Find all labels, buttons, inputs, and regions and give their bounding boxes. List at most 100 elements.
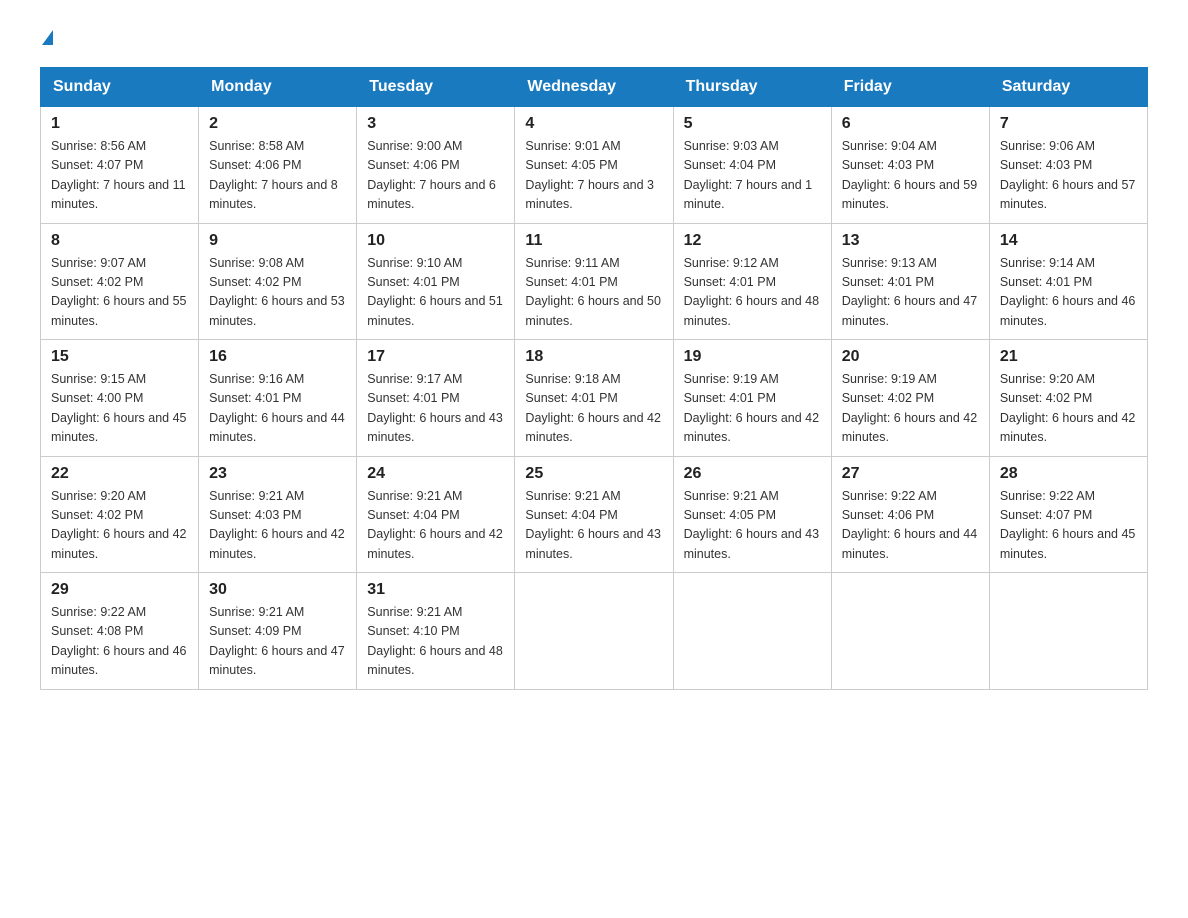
day-info: Sunrise: 9:21 AM Sunset: 4:04 PM Dayligh… — [525, 487, 662, 565]
day-number: 11 — [525, 232, 662, 250]
day-number: 16 — [209, 348, 346, 366]
day-info: Sunrise: 9:22 AM Sunset: 4:07 PM Dayligh… — [1000, 487, 1137, 565]
day-info: Sunrise: 9:10 AM Sunset: 4:01 PM Dayligh… — [367, 254, 504, 332]
day-number: 17 — [367, 348, 504, 366]
calendar-table: SundayMondayTuesdayWednesdayThursdayFrid… — [40, 67, 1148, 690]
calendar-cell — [831, 573, 989, 690]
calendar-cell: 25 Sunrise: 9:21 AM Sunset: 4:04 PM Dayl… — [515, 456, 673, 573]
day-number: 31 — [367, 581, 504, 599]
day-number: 27 — [842, 465, 979, 483]
day-info: Sunrise: 9:03 AM Sunset: 4:04 PM Dayligh… — [684, 137, 821, 215]
day-info: Sunrise: 9:06 AM Sunset: 4:03 PM Dayligh… — [1000, 137, 1137, 215]
week-row-3: 15 Sunrise: 9:15 AM Sunset: 4:00 PM Dayl… — [41, 340, 1148, 457]
calendar-cell: 7 Sunrise: 9:06 AM Sunset: 4:03 PM Dayli… — [989, 107, 1147, 224]
day-number: 10 — [367, 232, 504, 250]
day-number: 13 — [842, 232, 979, 250]
calendar-cell: 10 Sunrise: 9:10 AM Sunset: 4:01 PM Dayl… — [357, 223, 515, 340]
day-info: Sunrise: 9:12 AM Sunset: 4:01 PM Dayligh… — [684, 254, 821, 332]
day-number: 29 — [51, 581, 188, 599]
day-number: 26 — [684, 465, 821, 483]
week-row-4: 22 Sunrise: 9:20 AM Sunset: 4:02 PM Dayl… — [41, 456, 1148, 573]
calendar-cell: 13 Sunrise: 9:13 AM Sunset: 4:01 PM Dayl… — [831, 223, 989, 340]
calendar-cell: 2 Sunrise: 8:58 AM Sunset: 4:06 PM Dayli… — [199, 107, 357, 224]
calendar-cell: 30 Sunrise: 9:21 AM Sunset: 4:09 PM Dayl… — [199, 573, 357, 690]
logo-triangle-icon — [42, 30, 53, 45]
weekday-header-friday: Friday — [831, 68, 989, 107]
calendar-cell: 26 Sunrise: 9:21 AM Sunset: 4:05 PM Dayl… — [673, 456, 831, 573]
weekday-header-monday: Monday — [199, 68, 357, 107]
calendar-cell: 29 Sunrise: 9:22 AM Sunset: 4:08 PM Dayl… — [41, 573, 199, 690]
weekday-header-thursday: Thursday — [673, 68, 831, 107]
day-info: Sunrise: 9:14 AM Sunset: 4:01 PM Dayligh… — [1000, 254, 1137, 332]
calendar-cell: 11 Sunrise: 9:11 AM Sunset: 4:01 PM Dayl… — [515, 223, 673, 340]
day-number: 4 — [525, 115, 662, 133]
day-info: Sunrise: 9:16 AM Sunset: 4:01 PM Dayligh… — [209, 370, 346, 448]
calendar-cell: 6 Sunrise: 9:04 AM Sunset: 4:03 PM Dayli… — [831, 107, 989, 224]
day-info: Sunrise: 9:11 AM Sunset: 4:01 PM Dayligh… — [525, 254, 662, 332]
calendar-cell: 22 Sunrise: 9:20 AM Sunset: 4:02 PM Dayl… — [41, 456, 199, 573]
day-info: Sunrise: 9:18 AM Sunset: 4:01 PM Dayligh… — [525, 370, 662, 448]
calendar-cell: 8 Sunrise: 9:07 AM Sunset: 4:02 PM Dayli… — [41, 223, 199, 340]
calendar-cell: 5 Sunrise: 9:03 AM Sunset: 4:04 PM Dayli… — [673, 107, 831, 224]
day-info: Sunrise: 8:58 AM Sunset: 4:06 PM Dayligh… — [209, 137, 346, 215]
calendar-cell: 31 Sunrise: 9:21 AM Sunset: 4:10 PM Dayl… — [357, 573, 515, 690]
day-info: Sunrise: 9:21 AM Sunset: 4:09 PM Dayligh… — [209, 603, 346, 681]
day-number: 12 — [684, 232, 821, 250]
day-info: Sunrise: 9:19 AM Sunset: 4:02 PM Dayligh… — [842, 370, 979, 448]
calendar-cell: 24 Sunrise: 9:21 AM Sunset: 4:04 PM Dayl… — [357, 456, 515, 573]
weekday-header-tuesday: Tuesday — [357, 68, 515, 107]
week-row-2: 8 Sunrise: 9:07 AM Sunset: 4:02 PM Dayli… — [41, 223, 1148, 340]
day-info: Sunrise: 9:22 AM Sunset: 4:06 PM Dayligh… — [842, 487, 979, 565]
day-info: Sunrise: 9:08 AM Sunset: 4:02 PM Dayligh… — [209, 254, 346, 332]
week-row-1: 1 Sunrise: 8:56 AM Sunset: 4:07 PM Dayli… — [41, 107, 1148, 224]
calendar-cell: 3 Sunrise: 9:00 AM Sunset: 4:06 PM Dayli… — [357, 107, 515, 224]
day-info: Sunrise: 9:22 AM Sunset: 4:08 PM Dayligh… — [51, 603, 188, 681]
calendar-cell: 19 Sunrise: 9:19 AM Sunset: 4:01 PM Dayl… — [673, 340, 831, 457]
day-number: 14 — [1000, 232, 1137, 250]
calendar-cell: 27 Sunrise: 9:22 AM Sunset: 4:06 PM Dayl… — [831, 456, 989, 573]
day-info: Sunrise: 8:56 AM Sunset: 4:07 PM Dayligh… — [51, 137, 188, 215]
day-info: Sunrise: 9:17 AM Sunset: 4:01 PM Dayligh… — [367, 370, 504, 448]
day-number: 23 — [209, 465, 346, 483]
day-number: 15 — [51, 348, 188, 366]
day-info: Sunrise: 9:21 AM Sunset: 4:04 PM Dayligh… — [367, 487, 504, 565]
week-row-5: 29 Sunrise: 9:22 AM Sunset: 4:08 PM Dayl… — [41, 573, 1148, 690]
day-number: 7 — [1000, 115, 1137, 133]
calendar-cell: 9 Sunrise: 9:08 AM Sunset: 4:02 PM Dayli… — [199, 223, 357, 340]
day-info: Sunrise: 9:00 AM Sunset: 4:06 PM Dayligh… — [367, 137, 504, 215]
calendar-cell — [673, 573, 831, 690]
logo-area — [40, 30, 53, 47]
calendar-cell: 23 Sunrise: 9:21 AM Sunset: 4:03 PM Dayl… — [199, 456, 357, 573]
weekday-header-wednesday: Wednesday — [515, 68, 673, 107]
day-info: Sunrise: 9:04 AM Sunset: 4:03 PM Dayligh… — [842, 137, 979, 215]
day-info: Sunrise: 9:15 AM Sunset: 4:00 PM Dayligh… — [51, 370, 188, 448]
weekday-header-sunday: Sunday — [41, 68, 199, 107]
day-number: 25 — [525, 465, 662, 483]
weekday-header-row: SundayMondayTuesdayWednesdayThursdayFrid… — [41, 68, 1148, 107]
calendar-cell: 20 Sunrise: 9:19 AM Sunset: 4:02 PM Dayl… — [831, 340, 989, 457]
day-number: 19 — [684, 348, 821, 366]
day-number: 21 — [1000, 348, 1137, 366]
day-number: 18 — [525, 348, 662, 366]
calendar-cell — [515, 573, 673, 690]
calendar-cell: 18 Sunrise: 9:18 AM Sunset: 4:01 PM Dayl… — [515, 340, 673, 457]
calendar-cell — [989, 573, 1147, 690]
day-number: 22 — [51, 465, 188, 483]
calendar-cell: 1 Sunrise: 8:56 AM Sunset: 4:07 PM Dayli… — [41, 107, 199, 224]
page-header — [40, 30, 1148, 47]
day-info: Sunrise: 9:20 AM Sunset: 4:02 PM Dayligh… — [1000, 370, 1137, 448]
day-number: 20 — [842, 348, 979, 366]
calendar-cell: 21 Sunrise: 9:20 AM Sunset: 4:02 PM Dayl… — [989, 340, 1147, 457]
day-number: 30 — [209, 581, 346, 599]
calendar-cell: 17 Sunrise: 9:17 AM Sunset: 4:01 PM Dayl… — [357, 340, 515, 457]
calendar-cell: 4 Sunrise: 9:01 AM Sunset: 4:05 PM Dayli… — [515, 107, 673, 224]
day-number: 6 — [842, 115, 979, 133]
calendar-cell: 16 Sunrise: 9:16 AM Sunset: 4:01 PM Dayl… — [199, 340, 357, 457]
calendar-cell: 28 Sunrise: 9:22 AM Sunset: 4:07 PM Dayl… — [989, 456, 1147, 573]
day-number: 28 — [1000, 465, 1137, 483]
calendar-cell: 12 Sunrise: 9:12 AM Sunset: 4:01 PM Dayl… — [673, 223, 831, 340]
day-info: Sunrise: 9:21 AM Sunset: 4:03 PM Dayligh… — [209, 487, 346, 565]
day-info: Sunrise: 9:01 AM Sunset: 4:05 PM Dayligh… — [525, 137, 662, 215]
day-number: 3 — [367, 115, 504, 133]
day-number: 1 — [51, 115, 188, 133]
